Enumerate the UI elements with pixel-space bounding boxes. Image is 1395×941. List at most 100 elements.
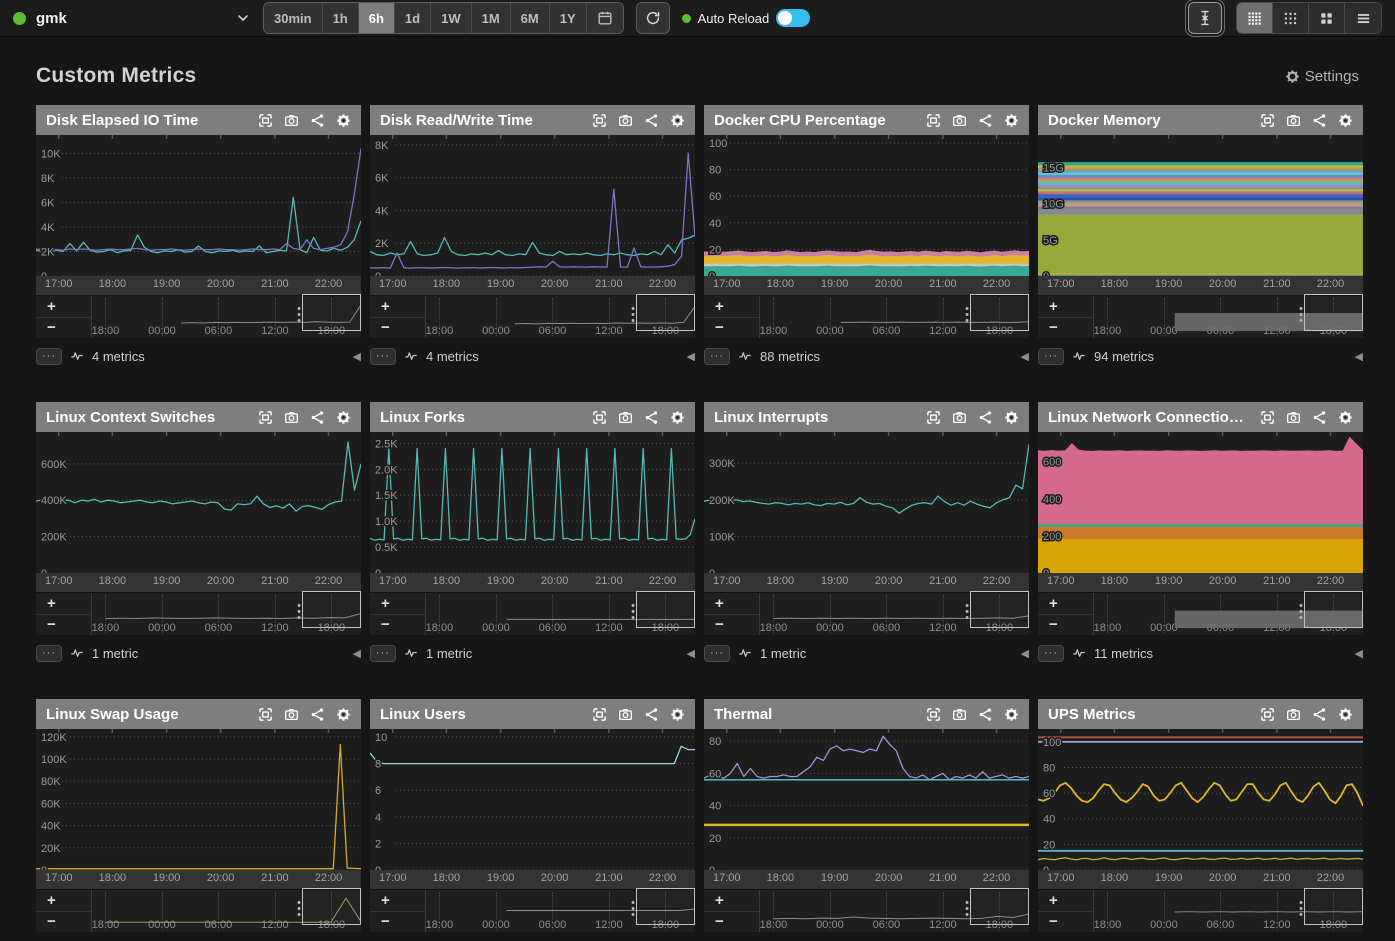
nav-selection[interactable]	[636, 591, 695, 628]
time-range-6M[interactable]: 6M	[511, 3, 550, 33]
collapse-left-icon[interactable]: ◀	[687, 647, 695, 660]
zoom-out-button[interactable]: −	[704, 911, 759, 933]
expand-icon[interactable]	[1260, 707, 1275, 722]
ellipsis-button[interactable]: ···	[1038, 645, 1064, 662]
zoom-in-button[interactable]: +	[1038, 890, 1093, 911]
ellipsis-button[interactable]: ···	[704, 645, 730, 662]
gear-icon[interactable]	[336, 707, 351, 722]
nav-selection-handle[interactable]: •••	[297, 603, 301, 621]
zoom-in-button[interactable]: +	[36, 890, 91, 911]
nav-selection[interactable]	[1304, 294, 1363, 331]
camera-icon[interactable]	[618, 707, 633, 722]
chart-canvas[interactable]: 8K6K4K2K0	[370, 135, 695, 276]
time-range-1h[interactable]: 1h	[323, 3, 359, 33]
nav-selection-handle[interactable]: •••	[1299, 306, 1303, 324]
navigator-chart[interactable]: 18:0000:0006:0012:0018:00•••	[426, 890, 695, 932]
chart-canvas[interactable]: 806040200	[704, 729, 1029, 870]
nav-selection-handle[interactable]: •••	[297, 900, 301, 918]
nav-selection[interactable]	[1304, 888, 1363, 925]
collapse-left-icon[interactable]: ◀	[353, 647, 361, 660]
chart-canvas[interactable]: 1086420	[370, 729, 695, 870]
gear-icon[interactable]	[1338, 707, 1353, 722]
collapse-left-icon[interactable]: ◀	[1355, 350, 1363, 363]
camera-icon[interactable]	[1286, 113, 1301, 128]
navigator-chart[interactable]: 18:0000:0006:0012:0018:00•••	[1094, 593, 1363, 635]
refresh-button[interactable]	[636, 2, 670, 34]
view-mode-list[interactable]	[1345, 3, 1381, 33]
zoom-out-button[interactable]: −	[704, 614, 759, 636]
expand-icon[interactable]	[258, 707, 273, 722]
zoom-out-button[interactable]: −	[1038, 317, 1093, 339]
time-range-6h[interactable]: 6h	[359, 3, 395, 33]
zoom-out-button[interactable]: −	[1038, 911, 1093, 933]
collapse-left-icon[interactable]: ◀	[1021, 647, 1029, 660]
zoom-in-button[interactable]: +	[704, 890, 759, 911]
collapse-left-icon[interactable]: ◀	[353, 350, 361, 363]
navigator-chart[interactable]: 18:0000:0006:0012:0018:00•••	[92, 890, 361, 932]
share-icon[interactable]	[978, 410, 993, 425]
zoom-out-button[interactable]: −	[370, 317, 425, 339]
expand-icon[interactable]	[592, 707, 607, 722]
collapse-left-icon[interactable]: ◀	[1355, 647, 1363, 660]
nav-selection[interactable]	[970, 294, 1029, 331]
nav-selection-handle[interactable]: •••	[965, 603, 969, 621]
nav-selection[interactable]	[970, 591, 1029, 628]
zoom-in-button[interactable]: +	[1038, 296, 1093, 317]
share-icon[interactable]	[644, 113, 659, 128]
time-range-30min[interactable]: 30min	[264, 3, 323, 33]
navigator-chart[interactable]: 18:0000:0006:0012:0018:00•••	[1094, 890, 1363, 932]
ellipsis-button[interactable]: ···	[704, 348, 730, 365]
zoom-in-button[interactable]: +	[36, 296, 91, 317]
view-mode-grid-pairs[interactable]	[1309, 3, 1345, 33]
zoom-in-button[interactable]: +	[1038, 593, 1093, 614]
collapse-left-icon[interactable]: ◀	[687, 350, 695, 363]
collapse-vertical-button[interactable]	[1188, 2, 1222, 34]
nav-selection-handle[interactable]: •••	[631, 900, 635, 918]
zoom-in-button[interactable]: +	[704, 296, 759, 317]
navigator-chart[interactable]: 18:0000:0006:0012:0018:00•••	[426, 593, 695, 635]
expand-icon[interactable]	[1260, 113, 1275, 128]
gear-icon[interactable]	[670, 707, 685, 722]
share-icon[interactable]	[310, 410, 325, 425]
ellipsis-button[interactable]: ···	[36, 645, 62, 662]
zoom-in-button[interactable]: +	[704, 593, 759, 614]
calendar-icon[interactable]	[587, 3, 623, 33]
time-range-1d[interactable]: 1d	[395, 3, 431, 33]
nav-selection[interactable]	[636, 888, 695, 925]
navigator-chart[interactable]: 18:0000:0006:0012:0018:00•••	[760, 296, 1029, 338]
navigator-chart[interactable]: 18:0000:0006:0012:0018:00•••	[760, 593, 1029, 635]
navigator-chart[interactable]: 18:0000:0006:0012:0018:00•••	[426, 296, 695, 338]
expand-icon[interactable]	[258, 410, 273, 425]
nav-selection-handle[interactable]: •••	[965, 900, 969, 918]
camera-icon[interactable]	[618, 410, 633, 425]
share-icon[interactable]	[1312, 707, 1327, 722]
zoom-out-button[interactable]: −	[36, 614, 91, 636]
camera-icon[interactable]	[284, 113, 299, 128]
chart-canvas[interactable]: 600K400K200K0	[36, 432, 361, 573]
share-icon[interactable]	[310, 113, 325, 128]
agent-selector[interactable]: gmk	[13, 10, 251, 27]
chart-canvas[interactable]: 120K100K80K60K40K20K0	[36, 729, 361, 870]
zoom-out-button[interactable]: −	[36, 317, 91, 339]
zoom-in-button[interactable]: +	[370, 890, 425, 911]
time-range-1Y[interactable]: 1Y	[550, 3, 587, 33]
zoom-out-button[interactable]: −	[1038, 614, 1093, 636]
expand-icon[interactable]	[592, 410, 607, 425]
share-icon[interactable]	[310, 707, 325, 722]
gear-icon[interactable]	[1004, 410, 1019, 425]
expand-icon[interactable]	[926, 113, 941, 128]
nav-selection[interactable]	[302, 294, 361, 331]
camera-icon[interactable]	[284, 707, 299, 722]
ellipsis-button[interactable]: ···	[36, 348, 62, 365]
share-icon[interactable]	[644, 707, 659, 722]
gear-icon[interactable]	[670, 113, 685, 128]
view-mode-grid-sparse[interactable]	[1273, 3, 1309, 33]
gear-icon[interactable]	[1004, 113, 1019, 128]
gear-icon[interactable]	[336, 113, 351, 128]
expand-icon[interactable]	[258, 113, 273, 128]
chart-canvas[interactable]: 6004002000	[1038, 432, 1363, 573]
nav-selection-handle[interactable]: •••	[1299, 900, 1303, 918]
camera-icon[interactable]	[952, 410, 967, 425]
chart-canvas[interactable]: 100806040200	[704, 135, 1029, 276]
share-icon[interactable]	[1312, 113, 1327, 128]
